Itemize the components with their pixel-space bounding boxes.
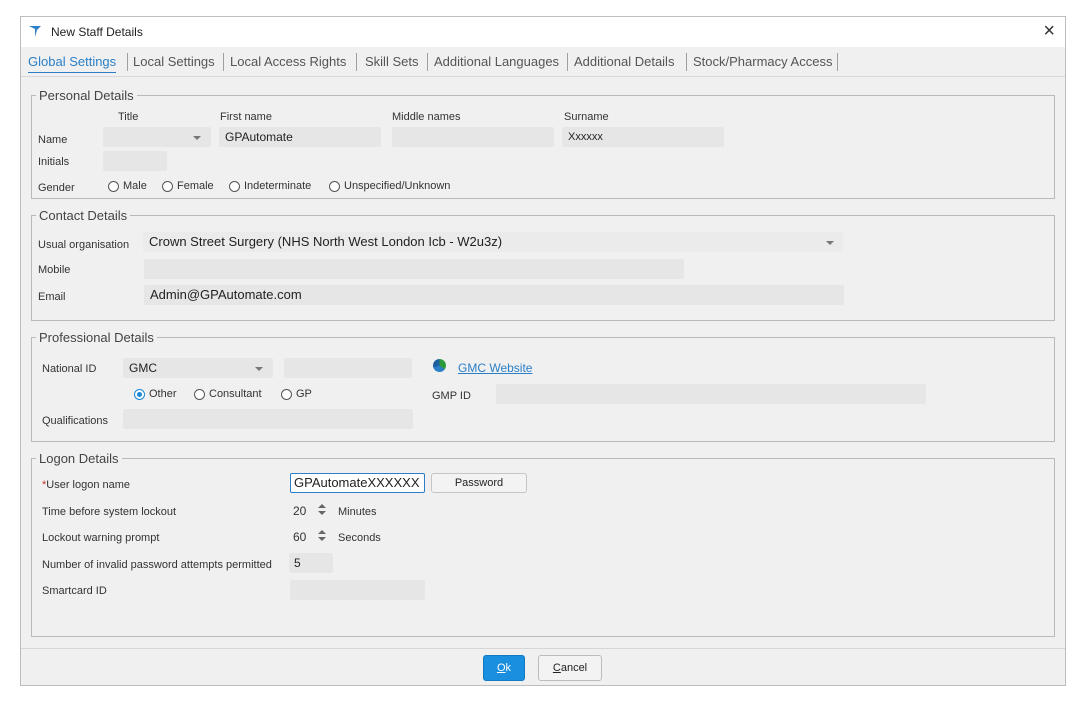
tab-additional-languages[interactable]: Additional Languages bbox=[434, 52, 559, 72]
radio-circle bbox=[194, 388, 205, 400]
tab-separator bbox=[223, 53, 224, 71]
gmp-id-input[interactable] bbox=[496, 384, 926, 404]
chevron-down-icon[interactable] bbox=[255, 367, 263, 371]
tab-global-settings[interactable]: Global Settings bbox=[28, 52, 117, 73]
tab-separator bbox=[686, 53, 687, 71]
gender-male-radio[interactable]: Male bbox=[108, 180, 147, 192]
lockout-warning-value[interactable]: 60 bbox=[293, 530, 306, 544]
radio-circle bbox=[281, 388, 292, 400]
professional-details-legend: Professional Details bbox=[39, 330, 154, 345]
gmc-website-link[interactable]: GMC Website bbox=[458, 361, 532, 375]
footer-divider bbox=[21, 648, 1065, 649]
first-name-column-label: First name bbox=[220, 111, 272, 123]
tab-local-access-rights[interactable]: Local Access Rights bbox=[230, 52, 346, 72]
globe-icon bbox=[433, 359, 446, 372]
cancel-button[interactable]: Cancel bbox=[538, 655, 602, 681]
app-logo-icon bbox=[29, 26, 41, 37]
stepper-down-icon[interactable] bbox=[318, 537, 326, 541]
mobile-label: Mobile bbox=[38, 264, 71, 276]
tab-stock-pharmacy-access[interactable]: Stock/Pharmacy Access bbox=[693, 52, 832, 72]
gender-indeterminate-radio[interactable]: Indeterminate bbox=[229, 180, 311, 192]
qualifications-input[interactable] bbox=[123, 409, 413, 429]
smartcard-id-input[interactable] bbox=[290, 580, 425, 600]
initials-input[interactable] bbox=[103, 151, 167, 171]
tab-local-settings[interactable]: Local Settings bbox=[133, 52, 215, 72]
usual-organisation-label: Usual organisation bbox=[38, 239, 130, 251]
national-id-label: National ID bbox=[42, 363, 97, 375]
lockout-time-stepper[interactable] bbox=[318, 503, 326, 517]
email-input[interactable]: Admin@GPAutomate.com bbox=[144, 285, 844, 305]
user-logon-name-label: *User logon name bbox=[42, 479, 131, 491]
title-bar: New Staff Details × bbox=[21, 17, 1065, 47]
middle-names-input[interactable] bbox=[392, 127, 554, 147]
chevron-down-icon[interactable] bbox=[826, 241, 834, 245]
middle-names-column-label: Middle names bbox=[392, 111, 461, 123]
tab-additional-details[interactable]: Additional Details bbox=[574, 52, 674, 72]
user-logon-name-input[interactable]: GPAutomateXXXXXX bbox=[290, 473, 425, 493]
mobile-input[interactable] bbox=[144, 259, 684, 279]
window-title: New Staff Details bbox=[51, 25, 143, 39]
role-consultant-radio[interactable]: Consultant bbox=[194, 388, 262, 400]
stepper-up-icon[interactable] bbox=[318, 504, 326, 508]
tab-separator bbox=[427, 53, 428, 71]
gender-female-radio[interactable]: Female bbox=[162, 180, 214, 192]
logon-details-group: Logon Details bbox=[31, 451, 1055, 637]
stepper-up-icon[interactable] bbox=[318, 530, 326, 534]
qualifications-label: Qualifications bbox=[42, 415, 109, 427]
logon-details-legend: Logon Details bbox=[39, 451, 119, 466]
role-other-radio[interactable]: Other bbox=[134, 388, 177, 400]
gender-unspecified-radio[interactable]: Unspecified/Unknown bbox=[329, 180, 450, 192]
name-label: Name bbox=[38, 134, 68, 146]
stepper-down-icon[interactable] bbox=[318, 511, 326, 515]
surname-input[interactable]: Xxxxxx bbox=[562, 127, 724, 147]
tab-separator bbox=[356, 53, 357, 71]
gender-label: Gender bbox=[38, 182, 75, 194]
title-column-label: Title bbox=[118, 111, 139, 123]
national-id-type-select[interactable]: GMC bbox=[123, 358, 273, 378]
first-name-input[interactable]: GPAutomate bbox=[219, 127, 381, 147]
email-label: Email bbox=[38, 291, 66, 303]
password-button[interactable]: Password bbox=[431, 473, 527, 493]
new-staff-details-dialog: New Staff Details × Global Settings Loca… bbox=[20, 16, 1066, 686]
contact-details-legend: Contact Details bbox=[39, 208, 128, 223]
chevron-down-icon[interactable] bbox=[193, 136, 201, 140]
invalid-attempts-label: Number of invalid password attempts perm… bbox=[42, 559, 272, 571]
radio-circle bbox=[108, 180, 119, 192]
surname-column-label: Surname bbox=[564, 111, 609, 123]
tab-separator bbox=[127, 53, 128, 71]
lockout-time-unit: Minutes bbox=[338, 506, 377, 518]
tab-bar: Global Settings Local Settings Local Acc… bbox=[21, 48, 1065, 77]
lockout-warning-unit: Seconds bbox=[338, 532, 381, 544]
ok-button[interactable]: Ok bbox=[483, 655, 525, 681]
close-icon[interactable]: × bbox=[1043, 19, 1055, 43]
lockout-time-label: Time before system lockout bbox=[42, 506, 177, 518]
radio-circle bbox=[329, 180, 340, 192]
lockout-time-value[interactable]: 20 bbox=[293, 504, 306, 518]
radio-circle bbox=[162, 180, 173, 192]
role-gp-radio[interactable]: GP bbox=[281, 388, 312, 400]
usual-organisation-select[interactable]: Crown Street Surgery (NHS North West Lon… bbox=[143, 232, 843, 252]
tab-skill-sets[interactable]: Skill Sets bbox=[365, 52, 418, 72]
initials-label: Initials bbox=[38, 156, 70, 168]
smartcard-id-label: Smartcard ID bbox=[42, 585, 107, 597]
personal-details-legend: Personal Details bbox=[39, 88, 134, 103]
lockout-warning-stepper[interactable] bbox=[318, 529, 326, 543]
lockout-warning-label: Lockout warning prompt bbox=[42, 532, 160, 544]
tab-separator bbox=[567, 53, 568, 71]
radio-circle-selected bbox=[134, 388, 145, 400]
national-id-input[interactable] bbox=[284, 358, 412, 378]
tab-separator bbox=[837, 53, 838, 71]
invalid-attempts-input[interactable]: 5 bbox=[289, 553, 333, 573]
radio-circle bbox=[229, 180, 240, 192]
gmp-id-label: GMP ID bbox=[432, 390, 471, 402]
